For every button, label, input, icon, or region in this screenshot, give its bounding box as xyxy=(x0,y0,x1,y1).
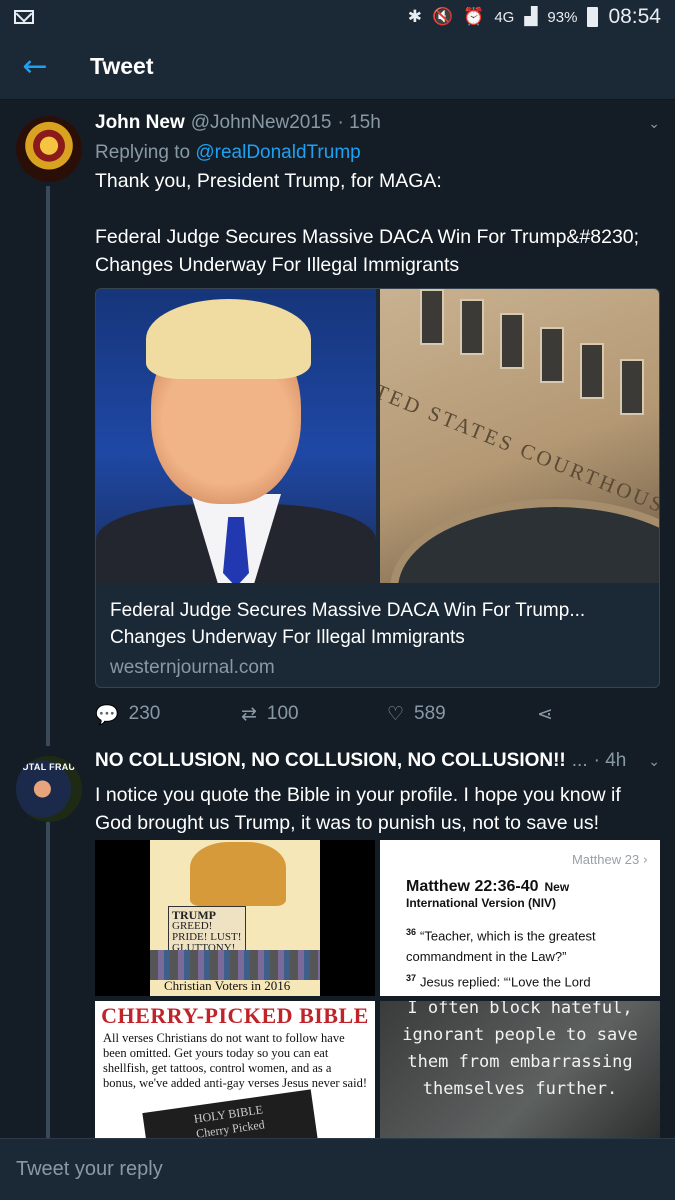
media-grid: TRUMP GREED! PRIDE! LUST! GLUTTONY! Chri… xyxy=(95,840,660,1138)
author-name[interactable]: NO COLLUSION, NO COLLUSION, NO COLLUSION… xyxy=(95,750,566,772)
thread-line xyxy=(46,822,50,1142)
like-count: 589 xyxy=(414,703,446,724)
page-title: Tweet xyxy=(90,53,154,79)
reply-input[interactable] xyxy=(16,1158,656,1181)
retweet-button[interactable]: ⇄ 100 xyxy=(241,703,387,725)
chevron-down-icon[interactable]: ⌄ xyxy=(648,754,660,770)
bible-title-tag: New xyxy=(544,880,570,894)
share-icon: ⋖ xyxy=(537,703,553,725)
bible-title: Matthew 22:36-40 xyxy=(406,878,539,895)
quote-text: I often block hateful, ignorant people t… xyxy=(402,1001,638,1099)
avatar-text: UTAL FRAU xyxy=(22,762,76,772)
retweet-icon: ⇄ xyxy=(241,703,257,725)
back-arrow-icon[interactable]: ← xyxy=(0,49,70,84)
bible-verse-36: “Teacher, which is the greatest commandm… xyxy=(406,928,596,965)
mute-icon: 🔇 xyxy=(431,7,454,27)
signal-icon: ▟ xyxy=(524,7,538,27)
heart-icon: ♡ xyxy=(387,703,405,725)
tweet-actions: 💬 230 ⇄ 100 ♡ 589 ⋖ xyxy=(95,700,565,728)
avatar[interactable]: UTAL FRAU xyxy=(16,756,82,822)
battery-icon xyxy=(587,7,599,27)
card-title: Federal Judge Secures Massive DACA Win F… xyxy=(110,600,586,648)
mail-notification-icon xyxy=(14,10,34,24)
tweet-text: Thank you, President Trump, for MAGA: Fe… xyxy=(95,170,640,276)
main-tweet: John New @JohnNew2015 · 15h ⌄ Replying t… xyxy=(95,112,660,279)
reply-icon: 💬 xyxy=(95,703,119,726)
media-image-quote[interactable]: I often block hateful, ignorant people t… xyxy=(380,1001,660,1138)
card-image-right: TED STATES COURTHOUSE xyxy=(380,289,659,583)
bible-nav-label: Matthew 23 xyxy=(571,852,640,867)
cartoon-caption: Christian Voters in 2016 xyxy=(164,978,291,993)
status-bar: ✱ 🔇 ⏰ 4G ▟ 93% 08:54 xyxy=(0,0,675,34)
tweet-time: · 15h xyxy=(337,112,381,133)
replying-to: Replying to @realDonaldTrump xyxy=(95,142,361,163)
card-domain: westernjournal.com xyxy=(110,657,275,678)
bluetooth-icon: ✱ xyxy=(407,7,422,27)
like-button[interactable]: ♡ 589 xyxy=(387,703,537,725)
cherry-text: All verses Christians do not want to fol… xyxy=(103,1031,367,1090)
media-image-bible[interactable]: Matthew 23 › Matthew 22:36-40 New Interna… xyxy=(380,840,660,996)
cartoon-plaque: TRUMP GREED! PRIDE! LUST! GLUTTONY! xyxy=(168,906,246,954)
avatar[interactable] xyxy=(16,116,82,182)
bible-verse-37: Jesus replied: “‘Love the Lord xyxy=(420,974,591,990)
link-card[interactable]: TED STATES COURTHOUSE Federal Judge Secu… xyxy=(95,288,660,688)
tweet-text: I notice you quote the Bible in your pro… xyxy=(95,784,627,834)
reply-tweet: NO COLLUSION, NO COLLUSION, NO COLLUSION… xyxy=(95,750,660,837)
reply-composer xyxy=(0,1138,675,1200)
author-handle[interactable]: ... xyxy=(572,750,588,772)
status-icons: ✱ 🔇 ⏰ 4G ▟ 93% 08:54 xyxy=(408,5,661,29)
share-button[interactable]: ⋖ xyxy=(537,703,553,725)
cherry-book: HOLY BIBLE Cherry Picked xyxy=(142,1089,318,1138)
media-image-cherry-picked[interactable]: CHERRY-PICKED BIBLE All verses Christian… xyxy=(95,1001,375,1138)
retweet-count: 100 xyxy=(266,703,299,724)
reply-button[interactable]: 💬 230 xyxy=(95,703,241,726)
bible-version: International Version (NIV) xyxy=(406,896,557,910)
tweet-time: · 4h xyxy=(593,750,627,771)
mention-link[interactable]: @realDonaldTrump xyxy=(195,142,360,163)
reply-count: 230 xyxy=(128,703,161,724)
thread-line xyxy=(46,186,50,746)
chevron-right-icon: › xyxy=(642,853,648,868)
card-image-left xyxy=(96,289,376,583)
app-bar: ← Tweet xyxy=(0,34,675,100)
author-handle[interactable]: @JohnNew2015 xyxy=(191,112,332,134)
clock: 08:54 xyxy=(608,5,661,28)
battery-percent: 93% xyxy=(547,8,578,26)
media-image-cartoon[interactable]: TRUMP GREED! PRIDE! LUST! GLUTTONY! Chri… xyxy=(95,840,375,996)
author-name[interactable]: John New xyxy=(95,112,185,134)
alarm-icon: ⏰ xyxy=(463,7,485,27)
chevron-down-icon[interactable]: ⌄ xyxy=(648,116,660,132)
cherry-title: CHERRY-PICKED BIBLE xyxy=(101,1003,369,1028)
network-type: 4G xyxy=(494,8,515,26)
